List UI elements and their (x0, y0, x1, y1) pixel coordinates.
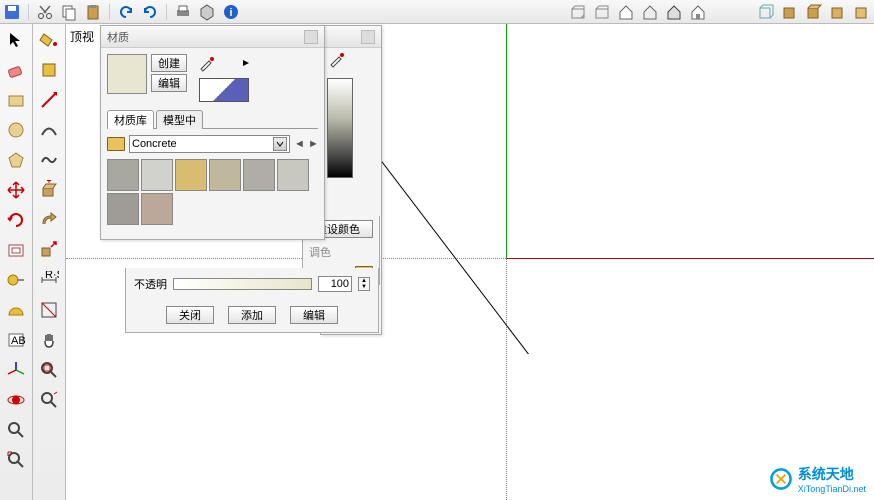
section-icon[interactable] (37, 298, 61, 322)
box-2-icon[interactable] (592, 2, 612, 22)
arc-icon[interactable] (37, 118, 61, 142)
cube-3-icon[interactable] (828, 2, 848, 22)
tint-label: 调色 (309, 244, 373, 260)
pan-icon[interactable] (37, 328, 61, 352)
move-icon[interactable] (4, 178, 28, 202)
scale-icon[interactable] (37, 238, 61, 262)
freehand-icon[interactable] (37, 148, 61, 172)
svg-text:R·S: R·S (45, 271, 59, 281)
tab-library[interactable]: 材质库 (107, 110, 154, 129)
color-preview-strip (199, 78, 249, 102)
top-toolbar: i (0, 0, 874, 24)
select-icon[interactable] (4, 28, 28, 52)
redo-icon[interactable] (140, 2, 160, 22)
eyedropper-icon[interactable] (327, 50, 351, 70)
material-preview[interactable] (107, 54, 147, 94)
tape-icon[interactable] (4, 268, 28, 292)
cube-solid-icon[interactable] (780, 2, 800, 22)
opacity-spinner[interactable]: ▲▼ (358, 277, 370, 291)
pushpull-icon[interactable] (37, 178, 61, 202)
component-icon[interactable] (37, 58, 61, 82)
tab-in-model[interactable]: 模型中 (156, 110, 203, 129)
undo-icon[interactable] (116, 2, 136, 22)
opacity-label: 不透明 (134, 276, 167, 292)
zoom-extents-icon[interactable] (4, 448, 28, 472)
protractor-icon[interactable] (4, 298, 28, 322)
opacity-row: 不透明 ▲▼ (125, 268, 379, 301)
view-label: 顶视 (70, 28, 94, 45)
house-3-icon[interactable] (664, 2, 684, 22)
zoom-window-icon[interactable] (37, 358, 61, 382)
close-button[interactable]: 关闭 (166, 306, 214, 324)
eraser-icon[interactable] (4, 58, 28, 82)
cube-2-icon[interactable] (804, 2, 824, 22)
model-icon[interactable] (197, 2, 217, 22)
opacity-slider[interactable] (173, 278, 312, 290)
followme-icon[interactable] (37, 208, 61, 232)
material-swatch[interactable] (175, 159, 207, 191)
tool-column-2: R·S (33, 24, 66, 500)
previous-view-icon[interactable] (37, 388, 61, 412)
print-icon[interactable] (173, 2, 193, 22)
rectangle-icon[interactable] (4, 88, 28, 112)
dimension-icon[interactable]: R·S (37, 268, 61, 292)
panel-title-text: 材质 (107, 29, 129, 45)
chevron-down-icon[interactable] (273, 137, 287, 151)
editor-button-row: 关闭 添加 编辑 (125, 298, 379, 333)
edit-button[interactable]: 编辑 (151, 74, 187, 92)
nav-forward-icon[interactable]: ► (308, 137, 318, 151)
swatch-grid (107, 159, 318, 225)
info-icon[interactable]: i (221, 2, 241, 22)
watermark-url: XiTongTianDi.net (798, 484, 866, 494)
box-1-icon[interactable] (568, 2, 588, 22)
watermark-title: 系统天地 (798, 464, 866, 484)
material-swatch[interactable] (107, 159, 139, 191)
drawn-edge (376, 154, 576, 354)
polygon-icon[interactable] (4, 148, 28, 172)
folder-icon[interactable] (107, 137, 125, 151)
material-swatch[interactable] (277, 159, 309, 191)
text-icon[interactable]: ABC (4, 328, 28, 352)
library-dropdown[interactable]: Concrete (129, 135, 290, 153)
axes-icon[interactable] (4, 358, 28, 382)
material-swatch[interactable] (209, 159, 241, 191)
rotate-icon[interactable] (4, 208, 28, 232)
close-icon[interactable] (361, 30, 375, 44)
cube-wire-icon[interactable] (756, 2, 776, 22)
house-4-icon[interactable] (688, 2, 708, 22)
house-2-icon[interactable] (640, 2, 660, 22)
svg-text:ABC: ABC (11, 335, 26, 347)
opacity-field[interactable] (318, 276, 352, 292)
offset-icon[interactable] (4, 238, 28, 262)
tool-column-1: ABC (0, 24, 33, 500)
save-icon[interactable] (2, 2, 22, 22)
material-swatch[interactable] (141, 159, 173, 191)
dropdown-value: Concrete (132, 138, 177, 150)
circle-icon[interactable] (4, 118, 28, 142)
add-button[interactable]: 添加 (228, 306, 276, 324)
copy-icon[interactable] (59, 2, 79, 22)
material-swatch[interactable] (243, 159, 275, 191)
house-1-icon[interactable] (616, 2, 636, 22)
edit-button-2[interactable]: 编辑 (290, 306, 338, 324)
svg-text:i: i (229, 7, 232, 19)
materials-panel: 材质 创建 编辑 材质库 模型中 Concrete (100, 25, 325, 240)
nav-back-icon[interactable]: ◄ (294, 137, 304, 151)
paint-bucket-icon[interactable] (37, 28, 61, 52)
watermark: 系统天地 XiTongTianDi.net (768, 464, 866, 494)
zoom-icon[interactable] (4, 418, 28, 442)
material-swatch[interactable] (107, 193, 139, 225)
orbit-icon[interactable] (4, 388, 28, 412)
close-icon[interactable] (304, 30, 318, 44)
line-icon[interactable] (37, 88, 61, 112)
menu-arrow-icon[interactable] (241, 58, 251, 71)
create-button[interactable]: 创建 (151, 54, 187, 72)
value-gradient[interactable] (327, 78, 353, 178)
cube-4-icon[interactable] (852, 2, 872, 22)
material-swatch[interactable] (141, 193, 173, 225)
cut-icon[interactable] (35, 2, 55, 22)
eyedropper-icon[interactable] (197, 54, 221, 74)
paste-icon[interactable] (83, 2, 103, 22)
